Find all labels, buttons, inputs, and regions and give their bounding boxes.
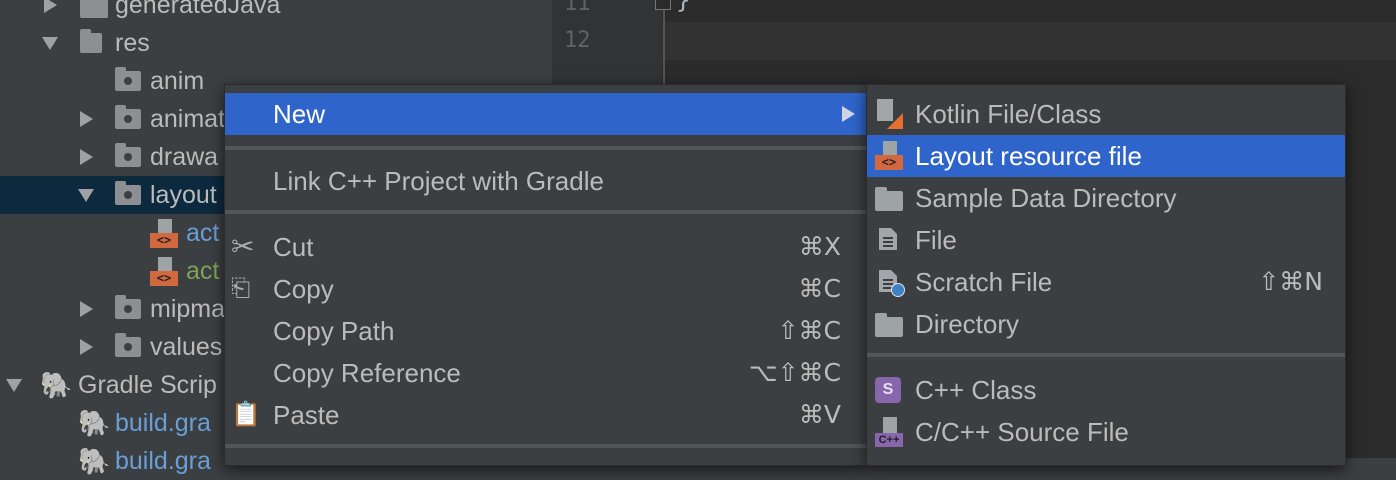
folder-icon <box>115 143 141 167</box>
file-icon <box>879 228 897 250</box>
submenu-arrow-icon <box>842 106 855 122</box>
clipboard-icon: 📋 <box>231 401 261 428</box>
fold-guide <box>663 0 665 90</box>
menu-separator <box>225 444 867 448</box>
folder-icon <box>115 181 141 205</box>
tree-item-label: res <box>115 29 150 57</box>
menu-item-label: Copy Path <box>273 316 395 346</box>
shortcut-label: ⌥⇧⌘C <box>748 358 841 387</box>
line-number: 11 <box>564 0 591 16</box>
menu-item-copy[interactable]: ⎗ Copy ⌘C <box>225 268 867 310</box>
tree-item-label: act <box>186 257 220 285</box>
tree-item-label: drawa <box>150 143 219 171</box>
folder-icon <box>875 187 903 211</box>
collapse-arrow-icon[interactable] <box>42 37 58 50</box>
collapse-arrow-icon[interactable] <box>78 189 94 202</box>
tree-item-generatedjava[interactable]: generatedJava <box>0 0 552 24</box>
tree-item-label: layout <box>150 181 217 209</box>
menu-item-scratch-file[interactable]: Scratch File ⇧⌘N <box>867 261 1345 303</box>
menu-item-label: Cut <box>273 232 314 262</box>
folder-icon <box>115 295 141 319</box>
menu-item-label: New <box>273 99 326 129</box>
tree-item-label: animat <box>150 105 226 133</box>
new-submenu: Kotlin File/Class <> Layout resource fil… <box>866 84 1346 466</box>
tree-item-label: Gradle Scrip <box>78 371 217 399</box>
tree-item-label: generatedJava <box>115 0 281 19</box>
gradle-elephant-icon: 🐘 <box>78 408 111 438</box>
menu-item-sample-data-directory[interactable]: Sample Data Directory <box>867 177 1345 219</box>
copy-icon: ⎗ <box>231 275 251 302</box>
shortcut-label: ⌘C <box>798 274 841 303</box>
layout-file-icon: <> <box>150 219 178 249</box>
menu-item-label: Link C++ Project with Gradle <box>273 166 604 196</box>
menu-item-label: Paste <box>273 400 340 430</box>
gradle-elephant-icon: 🐘 <box>40 370 73 400</box>
folder-icon <box>875 313 903 337</box>
resource-folder-icon <box>80 29 102 53</box>
gradle-elephant-icon: 🐘 <box>78 446 111 476</box>
menu-item-cut[interactable]: ✂ Cut ⌘X <box>225 226 867 268</box>
menu-item-label: Copy <box>273 274 334 304</box>
menu-item-copy-reference[interactable]: Copy Reference ⌥⇧⌘C <box>225 352 867 394</box>
menu-item-label: C++ Class <box>915 375 1037 405</box>
scissors-icon: ✂ <box>231 231 255 262</box>
cpp-source-file-icon: C++ <box>875 417 903 449</box>
menu-item-label: Sample Data Directory <box>915 183 1177 213</box>
menu-item-directory[interactable]: Directory <box>867 303 1345 345</box>
menu-item-label: Kotlin File/Class <box>915 99 1102 129</box>
folder-icon <box>115 67 141 91</box>
layout-file-icon: <> <box>875 141 903 171</box>
menu-separator <box>867 353 1345 357</box>
expand-arrow-icon[interactable] <box>80 301 93 317</box>
menu-item-link-cpp[interactable]: Link C++ Project with Gradle <box>225 160 867 202</box>
tree-item-label: act <box>186 219 220 247</box>
menu-item-paste[interactable]: 📋 Paste ⌘V <box>225 394 867 436</box>
menu-item-label: Copy Reference <box>273 358 461 388</box>
menu-item-label: C/C++ Source File <box>915 417 1129 447</box>
tree-item-label: build.gra <box>115 447 211 475</box>
menu-item-new[interactable]: New <box>225 93 867 135</box>
menu-item-label: Scratch File <box>915 267 1053 297</box>
shortcut-label: ⇧⌘C <box>777 316 841 345</box>
line-number: 12 <box>564 28 591 53</box>
cpp-class-icon: S <box>875 377 901 403</box>
menu-item-kotlin-file[interactable]: Kotlin File/Class <box>867 93 1345 135</box>
tree-item-label: mipma <box>150 295 226 323</box>
tree-item-label: values <box>150 333 223 361</box>
shortcut-label: ⌘V <box>798 400 841 429</box>
generated-folder-icon <box>80 0 108 18</box>
expand-arrow-icon[interactable] <box>44 0 57 13</box>
menu-item-cpp-class[interactable]: S C++ Class <box>867 369 1345 411</box>
tree-item-label: build.gra <box>115 409 211 437</box>
expand-arrow-icon[interactable] <box>80 111 93 127</box>
menu-separator <box>225 146 867 150</box>
tree-item-res[interactable]: res <box>0 24 552 62</box>
menu-item-label: Layout resource file <box>915 141 1142 171</box>
collapse-arrow-icon[interactable] <box>6 379 22 392</box>
context-menu: New Link C++ Project with Gradle ✂ Cut ⌘… <box>224 84 868 466</box>
code-text: } <box>676 0 691 14</box>
menu-item-layout-resource-file[interactable]: <> Layout resource file <box>867 135 1345 177</box>
layout-file-icon: <> <box>150 257 178 287</box>
current-line-highlight <box>662 22 1396 60</box>
folder-icon <box>115 105 141 129</box>
menu-item-file[interactable]: File <box>867 219 1345 261</box>
shortcut-label: ⇧⌘N <box>1258 267 1323 296</box>
expand-arrow-icon[interactable] <box>80 339 93 355</box>
shortcut-label: ⌘X <box>798 232 841 261</box>
kotlin-file-icon <box>875 99 903 129</box>
clock-icon <box>891 283 905 297</box>
folder-icon <box>115 333 141 357</box>
menu-item-cpp-source-file[interactable]: C++ C/C++ Source File <box>867 411 1345 453</box>
fold-toggle-icon[interactable] <box>655 0 671 10</box>
menu-item-copy-path[interactable]: Copy Path ⇧⌘C <box>225 310 867 352</box>
tree-item-label: anim <box>150 67 205 95</box>
menu-item-label: Directory <box>915 309 1020 339</box>
expand-arrow-icon[interactable] <box>80 149 93 165</box>
menu-separator <box>225 210 867 214</box>
menu-item-label: File <box>915 225 957 255</box>
